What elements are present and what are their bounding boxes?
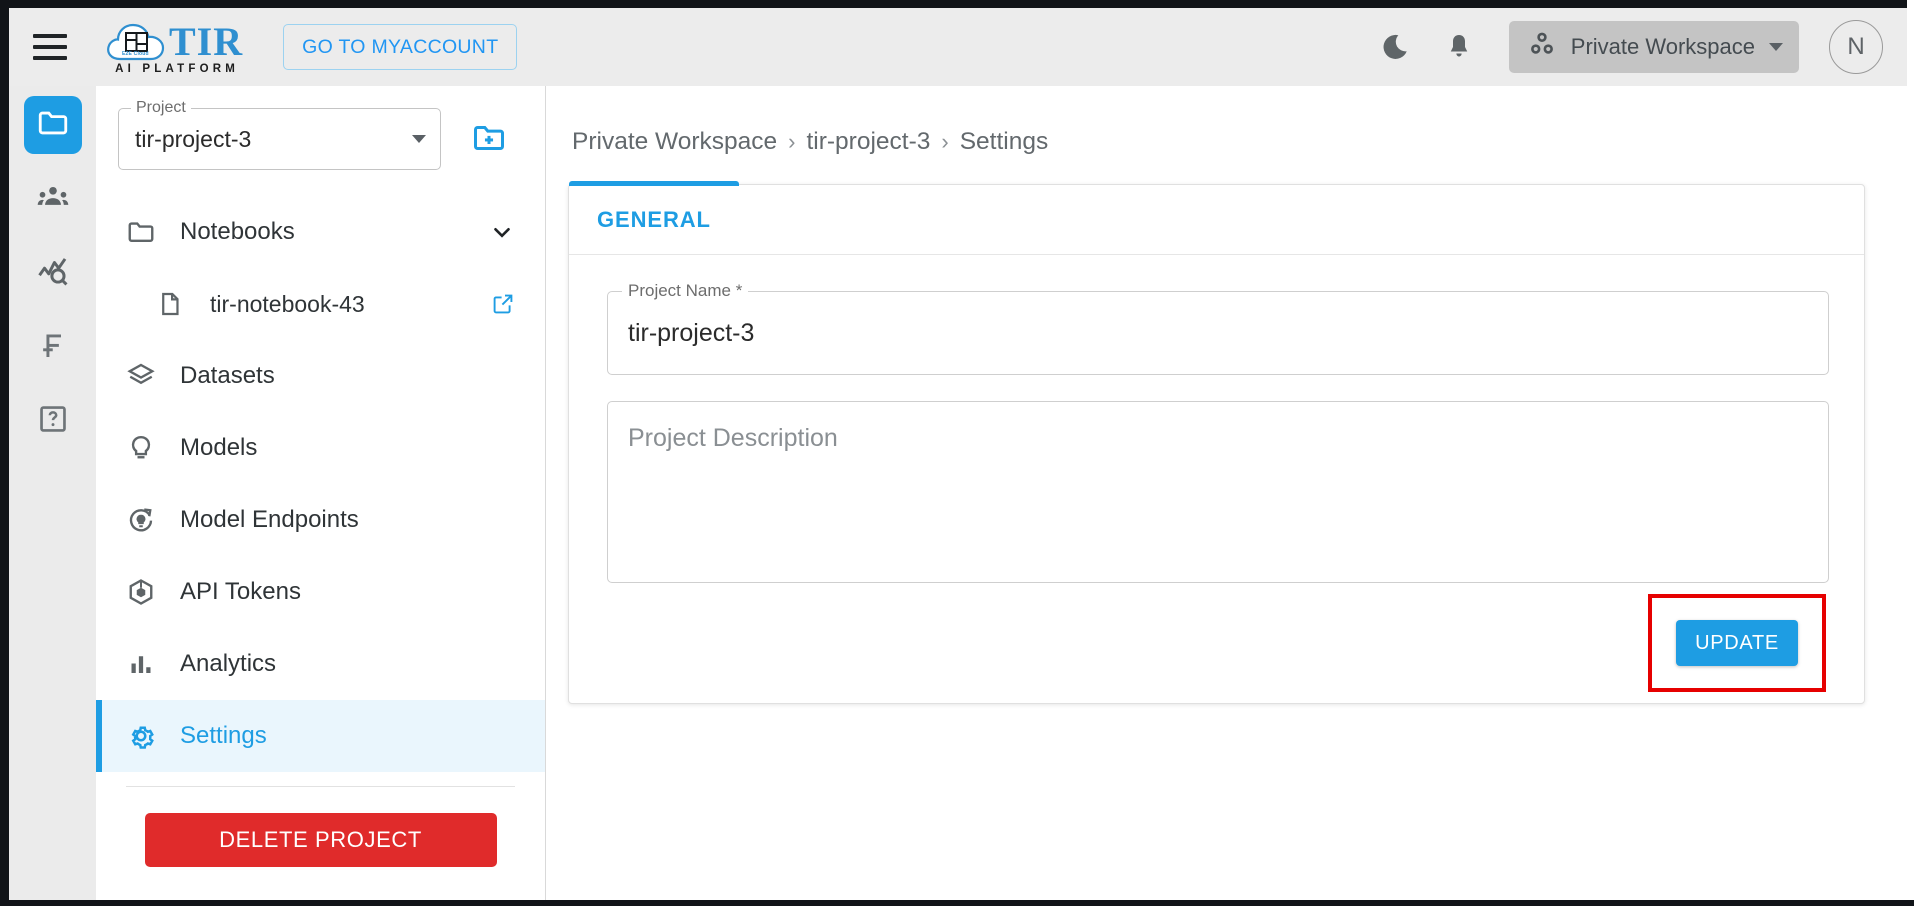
tab-general[interactable]: GENERAL <box>569 180 739 255</box>
sidebar-item-tir-notebook-43[interactable]: tir-notebook-43 <box>96 268 545 340</box>
window-frame-top <box>0 0 1914 8</box>
folder-icon <box>36 106 70 145</box>
logo-row: E2E Cloud TIR <box>105 19 243 65</box>
sidebar-item-label: Model Endpoints <box>180 506 359 533</box>
people-group-icon <box>36 180 70 219</box>
window-frame-right <box>1907 0 1914 906</box>
rail-item-teams[interactable] <box>24 170 82 228</box>
workspace-selector[interactable]: Private Workspace <box>1508 21 1799 73</box>
breadcrumb-item-workspace[interactable]: Private Workspace <box>572 128 777 156</box>
layers-icon <box>126 361 166 391</box>
logo-text: TIR <box>169 19 244 64</box>
sidebar-item-label: API Tokens <box>180 578 301 605</box>
main-content: Private Workspace › tir-project-3 › Sett… <box>546 86 1907 900</box>
endpoint-refresh-icon <box>126 505 166 535</box>
rail-item-monitoring[interactable] <box>24 244 82 302</box>
breadcrumb-separator: › <box>941 129 949 154</box>
sidebar-nav: Notebooks tir-notebook-43 Datasets Model… <box>96 196 545 867</box>
sidebar-item-model-endpoints[interactable]: Model Endpoints <box>96 484 545 556</box>
sidebar-item-label: Notebooks <box>180 218 295 245</box>
card-body: Project Name * <box>569 255 1864 583</box>
project-select-row: Project tir-project-3 <box>96 86 545 170</box>
breadcrumb-item-settings: Settings <box>959 128 1049 155</box>
nodes-icon <box>1527 29 1557 65</box>
sidebar-item-label: Datasets <box>180 362 275 389</box>
cube-icon <box>126 577 166 607</box>
sidebar-divider <box>126 786 515 787</box>
annotation-highlight-rectangle: UPDATE <box>1648 594 1826 692</box>
bar-chart-icon <box>126 649 166 679</box>
card-tabbar: GENERAL <box>569 180 1864 255</box>
window-frame-bottom <box>0 900 1914 906</box>
sidebar-item-label: Settings <box>180 722 267 749</box>
top-app-bar: E2E Cloud TIR AI PLATFORM GO TO MYACCOUN… <box>9 8 1907 86</box>
icon-rail <box>9 86 96 900</box>
folder-icon <box>126 217 166 247</box>
breadcrumb-item-project[interactable]: tir-project-3 <box>806 128 930 156</box>
lightbulb-icon <box>126 433 166 463</box>
card-actions: UPDATE <box>569 583 1864 703</box>
breadcrumb-separator: › <box>788 129 796 154</box>
logo-badge-text: E2E Cloud <box>122 51 149 57</box>
sidebar-item-models[interactable]: Models <box>96 412 545 484</box>
sidebar-item-label: tir-notebook-43 <box>210 290 365 317</box>
bell-icon[interactable] <box>1437 25 1481 69</box>
avatar[interactable]: N <box>1829 20 1883 74</box>
sidebar-item-settings[interactable]: Settings <box>96 700 545 772</box>
project-description-field <box>607 401 1829 583</box>
rail-item-help[interactable] <box>24 392 82 450</box>
chart-search-icon <box>36 254 70 293</box>
project-description-input[interactable] <box>628 424 1808 582</box>
chevron-down-icon <box>1769 43 1783 51</box>
project-name-label: Project Name * <box>622 281 749 301</box>
window-frame-left <box>0 0 9 906</box>
sidebar-item-label: Models <box>180 434 258 461</box>
sidebar-item-api-tokens[interactable]: API Tokens <box>96 556 545 628</box>
workspace-label: Private Workspace <box>1570 34 1755 59</box>
breadcrumb: Private Workspace › tir-project-3 › Sett… <box>546 86 1907 156</box>
document-icon <box>156 290 196 318</box>
app-root: E2E Cloud TIR AI PLATFORM GO TO MYACCOUN… <box>0 0 1914 906</box>
project-name-field: Project Name * <box>607 281 1829 375</box>
function-f-icon <box>37 329 69 366</box>
rail-item-projects[interactable] <box>23 96 82 154</box>
rail-item-functions[interactable] <box>24 318 82 376</box>
project-sidebar: Project tir-project-3 Notebooks tir-note… <box>96 86 546 900</box>
sidebar-item-datasets[interactable]: Datasets <box>96 340 545 412</box>
sidebar-item-label: Analytics <box>180 650 277 677</box>
folder-plus-icon <box>471 120 507 159</box>
update-button[interactable]: UPDATE <box>1676 620 1798 666</box>
sidebar-item-notebooks[interactable]: Notebooks <box>96 196 545 268</box>
external-link-icon[interactable] <box>491 292 515 316</box>
chevron-down-icon[interactable] <box>489 219 515 245</box>
new-project-button[interactable] <box>467 117 511 161</box>
go-to-myaccount-button[interactable]: GO TO MYACCOUNT <box>283 24 518 70</box>
sidebar-item-analytics[interactable]: Analytics <box>96 628 545 700</box>
tir-logo[interactable]: E2E Cloud TIR AI PLATFORM <box>105 19 243 75</box>
delete-project-button[interactable]: DELETE PROJECT <box>144 813 497 867</box>
gear-icon <box>126 721 166 751</box>
settings-card: GENERAL Project Name * UPDATE <box>568 180 1865 704</box>
project-select-value: tir-project-3 <box>135 125 252 152</box>
moon-icon[interactable] <box>1373 25 1417 69</box>
project-select-legend: Project <box>131 99 191 117</box>
hamburger-icon[interactable] <box>33 34 67 60</box>
chevron-down-icon <box>412 135 426 143</box>
project-select[interactable]: Project tir-project-3 <box>118 99 441 170</box>
project-name-input[interactable] <box>628 318 1808 348</box>
cloud-grid-icon: E2E Cloud <box>105 19 167 65</box>
question-box-icon <box>37 403 69 440</box>
